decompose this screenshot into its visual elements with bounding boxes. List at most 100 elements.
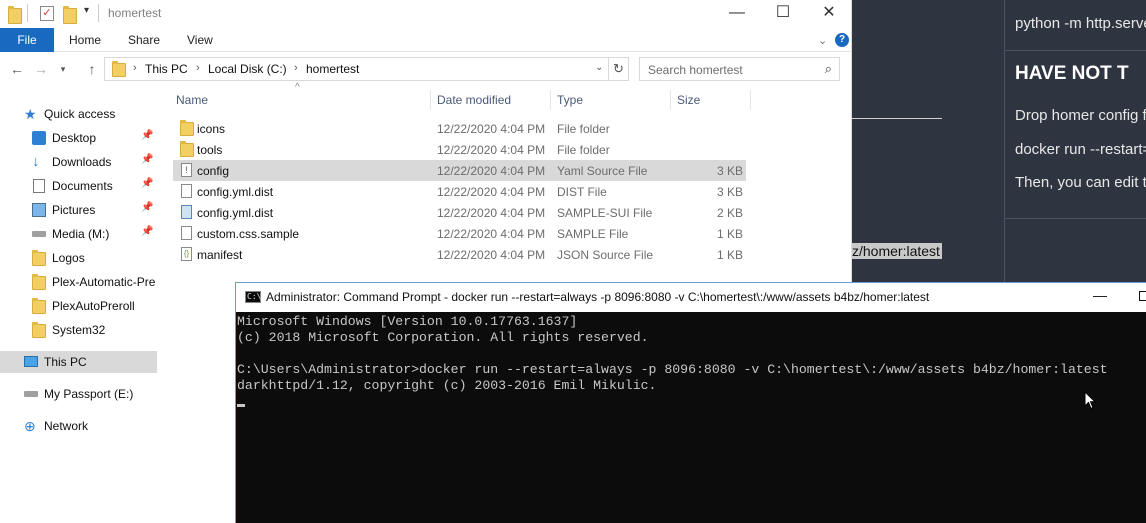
nav-item-quick-access[interactable]: ★ Quick access bbox=[0, 103, 157, 125]
maximize-button[interactable] bbox=[1139, 291, 1146, 301]
nav-item-plex-automatic-pre[interactable]: Plex-Automatic-Pre bbox=[0, 271, 157, 293]
file-row-config-yml-dist[interactable]: config.yml.dist 12/22/2020 4:04 PM DIST … bbox=[173, 181, 746, 202]
minimize-button[interactable]: — bbox=[714, 0, 760, 28]
search-input[interactable]: Search homertest ⌕ bbox=[639, 57, 840, 81]
cmd-title-bar[interactable]: C:\ Administrator: Command Prompt - dock… bbox=[236, 283, 1146, 312]
computer-icon bbox=[24, 356, 38, 367]
nav-item-my-passport[interactable]: My Passport (E:) bbox=[0, 383, 157, 405]
file-size: 3 KB bbox=[716, 164, 743, 178]
nav-item-media-drive[interactable]: Media (M:) 📌 bbox=[0, 223, 157, 245]
nav-item-logos[interactable]: Logos bbox=[0, 247, 157, 269]
navigation-pane: ★ Quick access Desktop 📌 ↓ Downloads 📌 D… bbox=[0, 88, 157, 523]
file-row-manifest[interactable]: {} manifest 12/22/2020 4:04 PM JSON Sour… bbox=[173, 244, 746, 265]
back-arrow-icon[interactable]: ← bbox=[9, 60, 25, 78]
column-header-name[interactable]: Name bbox=[176, 88, 208, 112]
file-date: 12/22/2020 4:04 PM bbox=[437, 206, 546, 220]
file-row-icons[interactable]: icons 12/22/2020 4:04 PM File folder bbox=[173, 118, 746, 139]
file-icon bbox=[181, 184, 192, 198]
file-type: SAMPLE-SUI File bbox=[557, 206, 653, 220]
forward-arrow-icon[interactable]: → bbox=[33, 60, 49, 78]
text-cursor bbox=[237, 404, 245, 407]
json-file-icon: {} bbox=[181, 247, 192, 261]
tab-view[interactable]: View bbox=[187, 28, 213, 52]
nav-item-desktop[interactable]: Desktop 📌 bbox=[0, 127, 157, 149]
up-arrow-icon[interactable]: ↑ bbox=[84, 60, 100, 78]
file-name: config.yml.dist bbox=[197, 185, 274, 199]
file-date: 12/22/2020 4:04 PM bbox=[437, 227, 546, 241]
column-header-type[interactable]: Type bbox=[557, 88, 583, 112]
console-line: C:\Users\Administrator>docker run --rest… bbox=[237, 362, 1108, 377]
new-folder-icon[interactable] bbox=[63, 6, 77, 24]
code-fragment: z/homer:latest bbox=[850, 243, 942, 259]
network-icon: ⊕ bbox=[24, 418, 36, 434]
nav-item-downloads[interactable]: ↓ Downloads 📌 bbox=[0, 151, 157, 173]
recent-locations-chevron-icon[interactable]: ▾ bbox=[55, 60, 71, 78]
address-bar[interactable]: › This PC › Local Disk (C:) › homertest … bbox=[104, 57, 609, 81]
console-line: Microsoft Windows [Version 10.0.17763.16… bbox=[237, 314, 578, 329]
breadcrumb-separator: › bbox=[133, 62, 137, 74]
divider bbox=[98, 4, 99, 22]
tab-file[interactable]: File bbox=[0, 28, 54, 52]
file-row-config[interactable]: ! config 12/22/2020 4:04 PM Yaml Source … bbox=[173, 160, 746, 181]
webpage-heading: HAVE NOT T bbox=[1015, 63, 1129, 84]
chevron-down-icon[interactable]: ⌄ bbox=[595, 62, 603, 73]
file-size: 1 KB bbox=[716, 227, 743, 241]
nav-item-system32[interactable]: System32 bbox=[0, 319, 157, 341]
file-name: icons bbox=[197, 122, 226, 136]
file-row-custom-css-sample[interactable]: custom.css.sample 12/22/2020 4:04 PM SAM… bbox=[173, 223, 746, 244]
search-icon: ⌕ bbox=[824, 61, 832, 76]
pin-icon: 📌 bbox=[141, 178, 154, 189]
cmd-window-title: Administrator: Command Prompt - docker r… bbox=[266, 290, 930, 304]
nav-label: Plex-Automatic-Pre bbox=[52, 275, 156, 289]
properties-icon[interactable]: ✓ bbox=[40, 6, 54, 21]
nav-item-network[interactable]: ⊕ Network bbox=[0, 415, 157, 437]
file-row-tools[interactable]: tools 12/22/2020 4:04 PM File folder bbox=[173, 139, 746, 160]
tab-share[interactable]: Share bbox=[128, 28, 160, 52]
breadcrumb-this-pc[interactable]: This PC bbox=[145, 62, 188, 76]
file-name: custom.css.sample bbox=[197, 227, 300, 241]
breadcrumb-local-disk[interactable]: Local Disk (C:) bbox=[208, 62, 287, 76]
breadcrumb-homertest[interactable]: homertest bbox=[306, 62, 359, 76]
file-size: 2 KB bbox=[716, 206, 743, 220]
desktop-icon bbox=[32, 131, 46, 145]
file-name: tools bbox=[197, 143, 223, 157]
column-separator bbox=[670, 90, 671, 110]
tab-home[interactable]: Home bbox=[69, 28, 101, 52]
column-separator bbox=[430, 90, 431, 110]
column-header-date[interactable]: Date modified bbox=[437, 88, 511, 112]
column-header-size[interactable]: Size bbox=[677, 88, 700, 112]
address-row: ← → ▾ ↑ › This PC › Local Disk (C:) › ho… bbox=[0, 55, 851, 83]
documents-icon bbox=[33, 179, 45, 193]
nav-label: Logos bbox=[52, 251, 85, 265]
nav-label: Documents bbox=[52, 179, 113, 193]
pin-icon: 📌 bbox=[141, 130, 154, 141]
search-placeholder: Search homertest bbox=[648, 63, 743, 77]
nav-item-this-pc[interactable]: This PC bbox=[0, 351, 157, 373]
file-date: 12/22/2020 4:04 PM bbox=[437, 122, 546, 136]
refresh-icon[interactable]: ↻ bbox=[609, 57, 629, 81]
help-icon[interactable]: ? bbox=[835, 33, 849, 47]
nav-label: Pictures bbox=[52, 203, 96, 217]
webpage-text: Then, you can edit t bbox=[1015, 174, 1146, 191]
nav-label: Desktop bbox=[52, 131, 97, 145]
nav-label: This PC bbox=[44, 355, 87, 369]
chevron-down-icon[interactable]: ⌄ bbox=[818, 34, 827, 47]
command-prompt-window[interactable]: C:\ Administrator: Command Prompt - dock… bbox=[235, 282, 1146, 523]
mouse-pointer-icon bbox=[1084, 391, 1096, 410]
file-type: JSON Source File bbox=[557, 248, 654, 262]
nav-item-plexautopreroll[interactable]: PlexAutoPreroll bbox=[0, 295, 157, 317]
nav-item-pictures[interactable]: Pictures 📌 bbox=[0, 199, 157, 221]
close-button[interactable]: ✕ bbox=[806, 0, 851, 28]
minimize-button[interactable]: — bbox=[1093, 287, 1107, 303]
file-name: config bbox=[197, 164, 230, 178]
maximize-button[interactable]: ☐ bbox=[760, 0, 806, 28]
nav-item-documents[interactable]: Documents 📌 bbox=[0, 175, 157, 197]
file-type: File folder bbox=[557, 143, 610, 157]
file-row-config-yml-dist-sui[interactable]: config.yml.dist 12/22/2020 4:04 PM SAMPL… bbox=[173, 202, 746, 223]
file-date: 12/22/2020 4:04 PM bbox=[437, 143, 546, 157]
file-size: 1 KB bbox=[716, 248, 743, 262]
console-output[interactable]: Microsoft Windows [Version 10.0.17763.16… bbox=[237, 314, 1145, 394]
folder-icon bbox=[180, 120, 194, 136]
webpage-text: docker run --restart= bbox=[1015, 141, 1146, 158]
customize-dropdown-icon[interactable]: ▾ bbox=[84, 5, 89, 21]
